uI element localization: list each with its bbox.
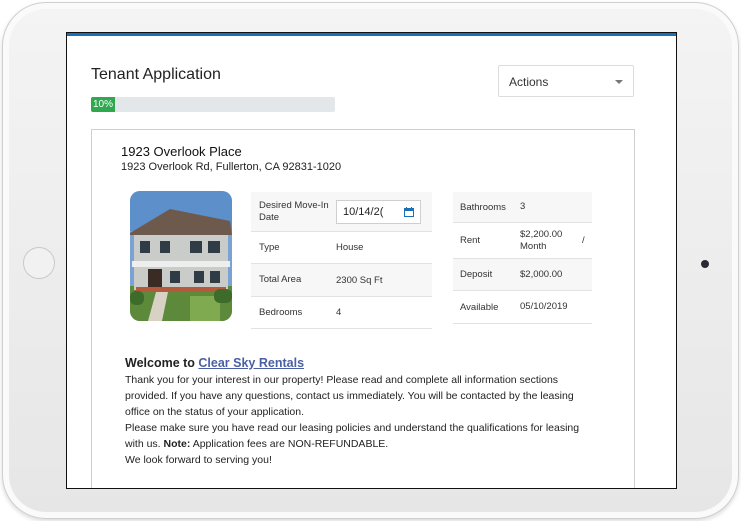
calendar-icon[interactable] bbox=[404, 206, 414, 217]
bathrooms-value: 3 bbox=[520, 201, 526, 212]
bathrooms-label: Bathrooms bbox=[460, 201, 506, 213]
move-in-label: Desired Move-In Date bbox=[259, 199, 329, 223]
top-accent-bar bbox=[67, 33, 676, 36]
welcome-p2-end: Application fees are NON-REFUNDABLE. bbox=[192, 438, 389, 450]
company-link[interactable]: Clear Sky Rentals bbox=[198, 356, 304, 370]
property-card: 1923 Overlook Place 1923 Overlook Rd, Fu… bbox=[91, 129, 635, 488]
welcome-paragraph-1: Thank you for your interest in our prope… bbox=[125, 374, 574, 418]
welcome-paragraph-2: Please make sure you have read our leasi… bbox=[125, 420, 595, 452]
type-label: Type bbox=[259, 241, 280, 253]
note-label: Note: bbox=[163, 438, 191, 450]
page-title: Tenant Application bbox=[91, 66, 221, 83]
rent-suffix: / bbox=[582, 234, 585, 246]
rent-label: Rent bbox=[460, 235, 481, 246]
deposit-value: $2,000.00 bbox=[520, 268, 563, 280]
welcome-heading: Welcome to Clear Sky Rentals bbox=[125, 356, 595, 370]
welcome-section: Welcome to Clear Sky Rentals Thank you f… bbox=[125, 356, 595, 468]
area-value: 2300 Sq Ft bbox=[336, 274, 383, 286]
move-in-cell: 10/14/2( bbox=[336, 199, 432, 224]
row-move-in: Desired Move-In Date 10/14/2( bbox=[251, 192, 432, 232]
welcome-paragraph-3: We look forward to serving you! bbox=[125, 454, 272, 466]
area-label: Total Area bbox=[259, 274, 302, 285]
camera-icon bbox=[701, 260, 709, 268]
row-deposit: Deposit $2,000.00 bbox=[453, 259, 592, 291]
rent-value: $2,200.00 Month bbox=[520, 228, 563, 252]
home-button[interactable] bbox=[23, 247, 55, 279]
row-bathrooms: Bathrooms 3 bbox=[453, 192, 592, 223]
row-type: Type House bbox=[251, 232, 432, 264]
bedrooms-value: 4 bbox=[336, 307, 342, 318]
details-table-left: Desired Move-In Date 10/14/2( Type House… bbox=[251, 192, 432, 329]
row-bedrooms: Bedrooms 4 bbox=[251, 297, 432, 329]
row-area: Total Area 2300 Sq Ft bbox=[251, 264, 432, 297]
available-value: 05/10/2019 bbox=[520, 301, 568, 312]
deposit-label: Deposit bbox=[460, 269, 493, 280]
details-table-right: Bathrooms 3 Rent $2,200.00 Month / Depos… bbox=[453, 192, 592, 324]
progress-fill: 10% bbox=[91, 97, 116, 112]
row-rent: Rent $2,200.00 Month / bbox=[453, 223, 592, 259]
chevron-down-icon bbox=[615, 80, 623, 84]
property-address: 1923 Overlook Rd, Fullerton, CA 92831-10… bbox=[121, 161, 342, 173]
welcome-prefix: Welcome to bbox=[125, 356, 195, 370]
actions-label: Actions bbox=[509, 75, 549, 89]
available-label: Available bbox=[460, 301, 499, 313]
actions-dropdown[interactable]: Actions bbox=[498, 65, 634, 97]
type-value: House bbox=[336, 242, 364, 253]
move-in-date-input[interactable]: 10/14/2( bbox=[336, 199, 421, 224]
app-screen: Tenant Application 10% Actions 1923 Over… bbox=[66, 32, 677, 489]
progress-bar: 10% bbox=[91, 97, 335, 112]
bedrooms-label: Bedrooms bbox=[259, 306, 303, 318]
move-in-date-value: 10/14/2( bbox=[343, 205, 384, 218]
row-available: Available 05/10/2019 bbox=[453, 291, 592, 324]
house-photo bbox=[130, 191, 232, 321]
property-name: 1923 Overlook Place bbox=[121, 144, 242, 159]
